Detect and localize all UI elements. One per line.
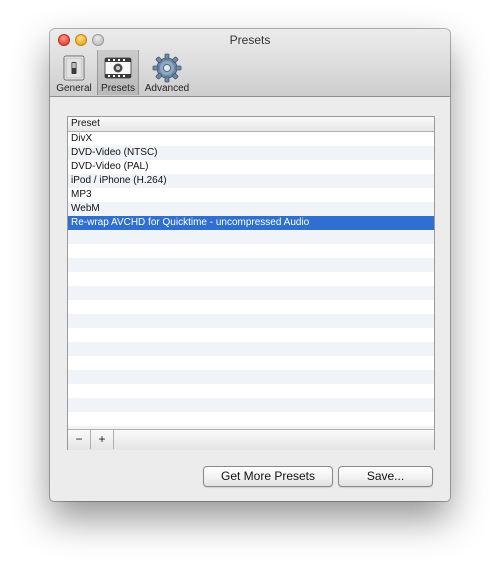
presets-film-icon: [104, 57, 132, 79]
presets-table-footer: − +: [68, 429, 434, 450]
save-preset-button[interactable]: Save...: [338, 466, 433, 487]
gear-icon: [152, 53, 182, 83]
presets-table: Preset DivX DVD-Video (NTSC) DVD-Video (…: [67, 116, 435, 450]
remove-preset-button[interactable]: −: [68, 430, 91, 449]
toolbar-label-presets: Presets: [101, 83, 135, 94]
toolbar-label-general: General: [56, 83, 92, 94]
window-toolbar: Presets General Presets Advanced: [50, 29, 450, 97]
toolbar-tab-general[interactable]: General: [53, 50, 95, 95]
get-more-presets-button[interactable]: Get More Presets: [203, 466, 333, 487]
toolbar-tab-advanced[interactable]: Advanced: [142, 50, 192, 95]
preset-row[interactable]: DVD-Video (NTSC): [68, 146, 434, 160]
preset-row-selected[interactable]: Re-wrap AVCHD for Quicktime - uncompress…: [68, 216, 434, 230]
presets-window: Presets General Presets Advanced Preset …: [50, 29, 450, 501]
toolbar-label-advanced: Advanced: [144, 83, 190, 94]
toolbar-tab-presets[interactable]: Presets: [97, 50, 139, 95]
preset-row[interactable]: DivX: [68, 132, 434, 146]
general-switch-icon: [63, 55, 85, 81]
preset-row[interactable]: DVD-Video (PAL): [68, 160, 434, 174]
preset-row[interactable]: WebM: [68, 202, 434, 216]
presets-table-rows: DivX DVD-Video (NTSC) DVD-Video (PAL) iP…: [68, 132, 434, 429]
preset-row[interactable]: iPod / iPhone (H.264): [68, 174, 434, 188]
preset-row[interactable]: MP3: [68, 188, 434, 202]
window-title: Presets: [229, 33, 271, 47]
add-preset-button[interactable]: +: [91, 430, 114, 449]
presets-table-header[interactable]: Preset: [68, 117, 434, 132]
column-header-preset: Preset: [71, 118, 100, 129]
